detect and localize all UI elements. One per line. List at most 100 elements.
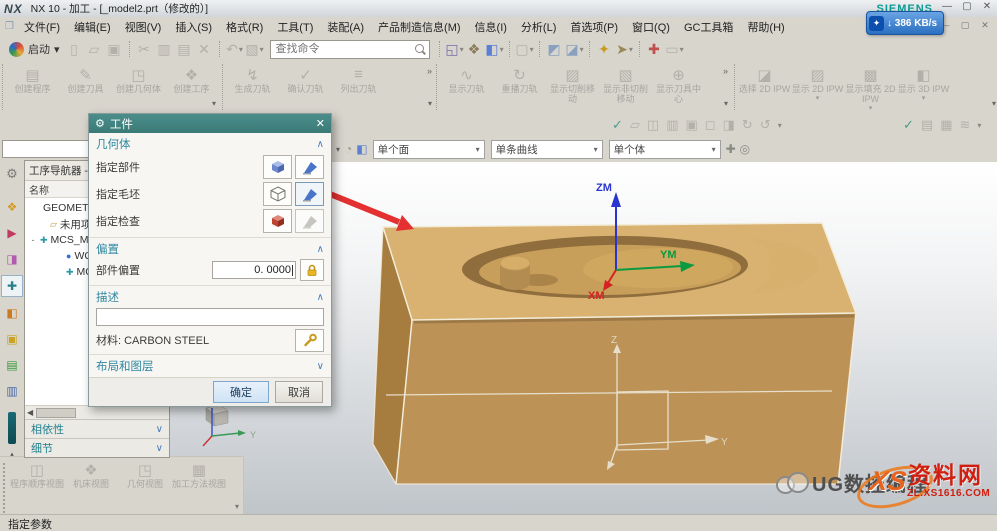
- part-offset-input[interactable]: 0. 0000: [212, 261, 296, 279]
- view-tool-button[interactable]: ▱: [630, 117, 640, 133]
- view-tool-button[interactable]: ✓: [612, 117, 623, 133]
- group-overflow-icon[interactable]: »: [427, 66, 432, 76]
- layout-section-header[interactable]: 布局和图层 ∨: [96, 357, 324, 375]
- toolbar-button[interactable]: ▢ ▾: [515, 39, 535, 59]
- view-tool-button[interactable]: ↺: [760, 117, 771, 133]
- snap-point-icon[interactable]: ✚: [726, 142, 736, 156]
- cam-tool-button[interactable]: ▨ 显示 2D IPW ▾: [791, 64, 844, 102]
- navigator-view-button[interactable]: ❖ 机床视图: [64, 461, 118, 489]
- specify-part-button[interactable]: [263, 155, 292, 179]
- cam-tool-button[interactable]: ❖ 创建工序: [165, 64, 218, 102]
- navigator-view-button[interactable]: ◫ 程序顺序视图: [10, 461, 64, 489]
- menu-item[interactable]: 视图(V): [118, 18, 169, 36]
- select-blank-button[interactable]: [295, 182, 324, 206]
- toolbar-button[interactable]: ▭ ▾: [665, 39, 685, 59]
- menu-item[interactable]: 文件(F): [17, 18, 67, 36]
- navigator-view-button[interactable]: ◳ 几何视图: [118, 461, 172, 489]
- specify-blank-button[interactable]: [263, 182, 292, 206]
- cam-tool-button[interactable]: ↯ 生成刀轨: [226, 64, 279, 102]
- restore-button[interactable]: ▢: [960, 1, 974, 12]
- cam-tool-button[interactable]: ◪ 选择 2D IPW: [738, 64, 791, 102]
- toolbar-button[interactable]: ✚: [645, 39, 665, 59]
- description-input[interactable]: [96, 308, 324, 326]
- toolbar-button[interactable]: [509, 41, 511, 57]
- view-tool-button[interactable]: ▥: [666, 117, 678, 133]
- edit-material-button[interactable]: [295, 329, 324, 352]
- cam-tool-button[interactable]: ▧ 显示非切削移动: [599, 64, 652, 112]
- resource-bar-tab[interactable]: ▶: [2, 223, 22, 243]
- geometry-section-header[interactable]: 几何体 ∧: [96, 135, 324, 153]
- group-dropdown-icon[interactable]: ▾: [428, 99, 432, 108]
- doc-restore-button[interactable]: ▢: [958, 20, 972, 31]
- horizontal-scrollbar[interactable]: ◀: [25, 405, 169, 419]
- snap-point-icon[interactable]: ◎: [740, 142, 750, 156]
- toolbar-button[interactable]: [129, 41, 131, 57]
- menu-item[interactable]: 帮助(H): [740, 18, 791, 36]
- start-menu-button[interactable]: 启动 ▾: [4, 41, 65, 57]
- toolbar-button[interactable]: ➤ ▾: [615, 39, 635, 59]
- cam-tool-button[interactable]: ✓ 确认刀轨: [279, 64, 332, 102]
- description-section-header[interactable]: 描述 ∧: [96, 288, 324, 306]
- menu-item[interactable]: 窗口(Q): [625, 18, 677, 36]
- toolbar-button[interactable]: ◩: [545, 39, 565, 59]
- toolbar-button[interactable]: [219, 41, 221, 57]
- view-tool-button[interactable]: ◫: [647, 117, 659, 133]
- select-check-button[interactable]: [295, 209, 324, 233]
- toolbar-button[interactable]: [639, 41, 641, 57]
- view-triad[interactable]: [203, 405, 246, 446]
- view-tool-button[interactable]: ▾: [977, 121, 981, 130]
- ok-button[interactable]: 确定: [213, 381, 269, 403]
- toolbar-button[interactable]: ▤: [175, 39, 195, 59]
- cam-tool-button[interactable]: ◧ 显示 3D IPW ▾: [897, 64, 950, 102]
- view-tool-button[interactable]: ≋: [960, 117, 971, 133]
- resource-bar-tab[interactable]: ❖: [2, 197, 22, 217]
- resource-strip-icon[interactable]: [8, 412, 16, 444]
- menu-item[interactable]: 工具(T): [270, 18, 320, 36]
- cam-tool-button[interactable]: ⊕ 显示刀具中心: [652, 64, 705, 112]
- offset-section-header[interactable]: 偏置 ∧: [96, 240, 324, 258]
- menu-item[interactable]: 信息(I): [468, 18, 514, 36]
- view-tool-button[interactable]: ↻: [742, 117, 753, 133]
- resource-bar-tab[interactable]: ◧: [2, 303, 22, 323]
- scroll-left-icon[interactable]: ◀: [27, 408, 33, 417]
- selection-scope-select[interactable]: 单个体 ▾: [609, 140, 721, 159]
- selection-tool-icon[interactable]: ◧: [356, 142, 367, 156]
- dialog-title-bar[interactable]: ⚙ 工件 ✕: [89, 114, 331, 133]
- dependencies-panel-header[interactable]: 相依性 ∨: [25, 419, 169, 438]
- toolbar-button[interactable]: ◧ ▾: [485, 39, 505, 59]
- selection-scope-select[interactable]: 单条曲线 ▾: [491, 140, 603, 159]
- workpiece-block[interactable]: [373, 223, 856, 484]
- navigator-view-button[interactable]: ▦ 加工方法视图: [172, 461, 226, 489]
- toolbar-button[interactable]: ❖: [465, 39, 485, 59]
- toolbar-button[interactable]: ▧ ▾: [245, 39, 265, 59]
- gear-icon[interactable]: ⚙: [6, 166, 18, 182]
- view-tool-button[interactable]: ◻: [705, 117, 716, 133]
- view-tool-button[interactable]: ▾: [778, 121, 782, 130]
- selection-tool-icon[interactable]: ◔: [345, 142, 352, 156]
- view-tool-button[interactable]: ▦: [940, 117, 952, 133]
- tree-expander[interactable]: -: [29, 235, 37, 245]
- toolbar-button[interactable]: [539, 41, 541, 57]
- menu-item[interactable]: GC工具箱: [677, 18, 741, 36]
- menu-item[interactable]: 编辑(E): [67, 18, 118, 36]
- menu-item[interactable]: 产品制造信息(M): [371, 18, 468, 36]
- search-icon[interactable]: [414, 43, 426, 56]
- cam-tool-button[interactable]: ▩ 显示填充 2D IPW ▾: [844, 64, 897, 112]
- view-tool-button[interactable]: ◨: [723, 117, 735, 133]
- toolbar-button[interactable]: ▯: [65, 39, 85, 59]
- cam-tool-button[interactable]: ✎ 创建刀具: [59, 64, 112, 102]
- minimize-button[interactable]: —: [940, 1, 954, 12]
- search-input[interactable]: [274, 42, 414, 56]
- resource-bar-tab[interactable]: ▤: [2, 355, 22, 375]
- menu-item[interactable]: 插入(S): [168, 18, 219, 36]
- cam-tool-button[interactable]: ◳ 创建几何体: [112, 64, 165, 102]
- view-tool-button[interactable]: ▤: [921, 117, 933, 133]
- cam-tool-button[interactable]: ≡ 列出刀轨: [332, 64, 385, 102]
- cancel-button[interactable]: 取消: [275, 381, 323, 403]
- selection-scope-select[interactable]: 单个面 ▾: [373, 140, 485, 159]
- cam-tool-button[interactable]: ▤ 创建程序: [6, 64, 59, 102]
- resource-bar-tab[interactable]: ✚: [1, 275, 23, 297]
- toolbar-button[interactable]: ▣: [105, 39, 125, 59]
- toolbar-button[interactable]: [439, 41, 441, 57]
- group-dropdown-icon[interactable]: ▾: [992, 99, 996, 108]
